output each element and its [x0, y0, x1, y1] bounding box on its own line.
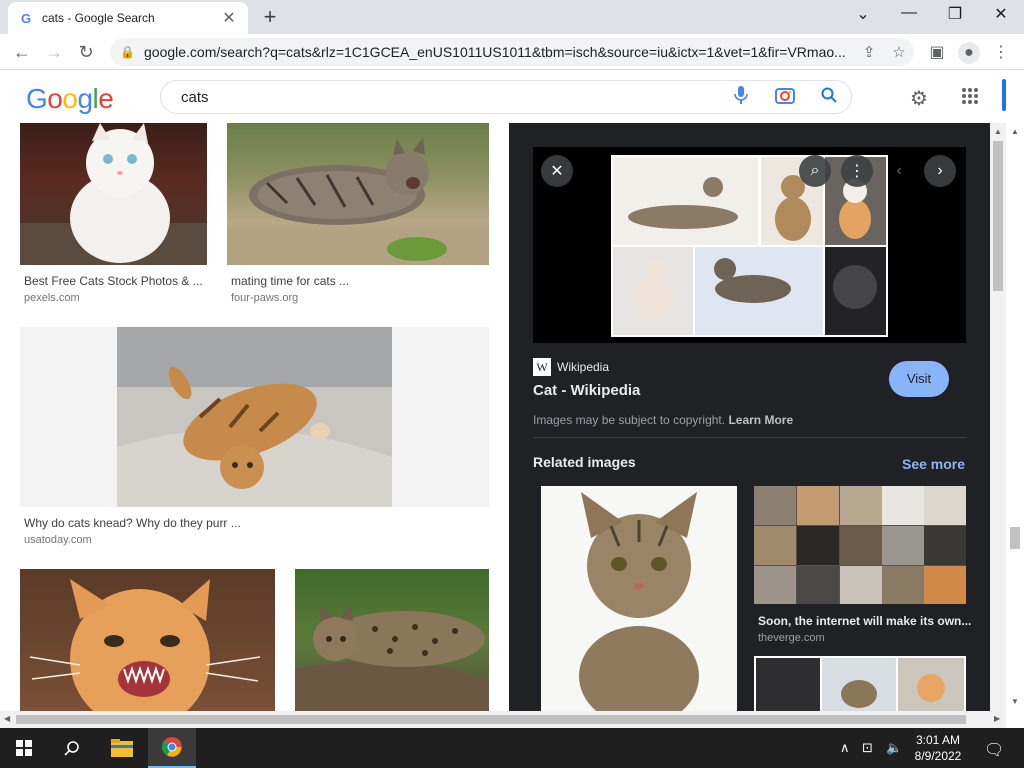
windows-taskbar: ∧ ⊡ 🔈 3:01 AM 8/9/2022 🗨 — [0, 728, 1024, 768]
result-image[interactable] — [295, 569, 489, 711]
related-images-heading: Related images — [533, 454, 636, 470]
bookmark-star-icon[interactable]: ☆ — [884, 43, 914, 61]
clock-time: 3:01 AM — [915, 733, 961, 747]
result-image[interactable] — [20, 569, 275, 711]
reload-button[interactable]: ↻ — [74, 40, 98, 64]
account-indicator[interactable] — [1002, 79, 1006, 111]
show-hidden-icons-icon[interactable]: ∧ — [840, 740, 850, 756]
preview-title[interactable]: Cat - Wikipedia — [533, 382, 640, 399]
google-logo[interactable]: Google — [26, 83, 114, 115]
clock-date: 8/9/2022 — [914, 749, 962, 763]
more-options-icon[interactable]: ⋮ — [841, 155, 873, 187]
side-panel-icon[interactable]: ▣ — [926, 42, 948, 64]
result-image[interactable] — [227, 123, 489, 265]
result-caption[interactable]: Why do cats knead? Why do they purr ... — [24, 516, 241, 530]
page-scroll-up-icon[interactable]: ▲ — [1011, 127, 1019, 136]
chrome-menu-icon[interactable]: ⋮ — [990, 42, 1012, 64]
search-box[interactable]: cats — [160, 80, 852, 114]
related-image[interactable] — [754, 656, 966, 711]
divider — [533, 437, 966, 438]
new-tab-button[interactable]: + — [258, 6, 282, 30]
result-source: pexels.com — [24, 292, 80, 304]
learn-more-link[interactable]: Learn More — [728, 413, 793, 427]
scroll-left-icon[interactable]: ◀ — [4, 714, 10, 723]
minimize-button[interactable]: — — [894, 4, 924, 22]
source-site-name: Wikipedia — [557, 360, 610, 374]
apps-grid-icon[interactable] — [958, 87, 982, 111]
tab-strip: G cats - Google Search ✕ + ⌄ — ❐ ✕ — [0, 0, 1024, 34]
image-results: Best Free Cats Stock Photos & ... pexels… — [0, 123, 509, 711]
restore-button[interactable]: ❐ — [940, 4, 970, 24]
page-scroll-down-icon[interactable]: ▼ — [1011, 697, 1019, 706]
next-image-icon[interactable]: › — [924, 155, 956, 187]
tab-title: cats - Google Search — [42, 11, 155, 25]
voice-search-icon[interactable] — [719, 85, 763, 109]
browser-toolbar: ← → ↻ 🔒 google.com/search?q=cats&rlz=1C1… — [0, 34, 1024, 70]
page-scrollbar[interactable]: ▲ ▼ — [1006, 123, 1024, 711]
lens-search-icon[interactable]: ⌕ — [799, 155, 831, 187]
related-image[interactable] — [541, 486, 737, 711]
preview-frame: ✕ ⌕ ⋮ ‹ › — [533, 147, 966, 343]
result-source: usatoday.com — [24, 534, 92, 546]
horizontal-scroll-thumb[interactable] — [16, 715, 966, 724]
horizontal-scrollbar[interactable]: ◀ ▶ — [0, 711, 1006, 728]
related-source: theverge.com — [758, 632, 825, 644]
network-icon[interactable]: ⊡ — [862, 740, 873, 756]
panel-scrollbar[interactable]: ▲ — [990, 123, 1006, 711]
see-more-link[interactable]: See more — [902, 456, 965, 472]
source-site[interactable]: W Wikipedia — [533, 358, 609, 376]
profile-avatar[interactable]: ● — [958, 42, 980, 64]
result-caption[interactable]: Best Free Cats Stock Photos & ... — [24, 274, 203, 288]
lens-camera-icon[interactable] — [763, 86, 807, 109]
result-image[interactable] — [20, 123, 207, 265]
scroll-up-icon[interactable]: ▲ — [994, 127, 1002, 136]
address-bar[interactable]: 🔒 google.com/search?q=cats&rlz=1C1GCEA_e… — [110, 38, 914, 66]
start-button[interactable] — [0, 728, 48, 768]
url-text: google.com/search?q=cats&rlz=1C1GCEA_enU… — [144, 44, 846, 60]
close-tab-icon[interactable]: ✕ — [220, 8, 238, 28]
search-input[interactable]: cats — [181, 89, 719, 106]
chrome-taskbar-icon[interactable] — [148, 728, 196, 768]
share-icon[interactable]: ⇪ — [854, 43, 884, 61]
panel-scroll-thumb[interactable] — [993, 141, 1003, 291]
wikipedia-logo-icon: W — [533, 358, 551, 376]
close-window-button[interactable]: ✕ — [986, 4, 1016, 24]
lock-icon: 🔒 — [120, 45, 135, 59]
result-image[interactable] — [20, 327, 489, 507]
related-caption[interactable]: Soon, the internet will make its own... — [758, 614, 971, 628]
scroll-right-icon[interactable]: ▶ — [994, 714, 1000, 723]
result-caption[interactable]: mating time for cats ... — [231, 274, 349, 288]
system-clock[interactable]: 3:01 AM 8/9/2022 — [900, 732, 976, 764]
copyright-text: Images may be subject to copyright. — [533, 413, 726, 427]
google-favicon-icon: G — [20, 10, 32, 26]
related-image[interactable] — [754, 486, 966, 604]
page-scroll-thumb[interactable] — [1010, 527, 1020, 549]
notifications-icon[interactable]: 🗨 — [984, 740, 1004, 760]
settings-gear-icon[interactable]: ⚙ — [907, 87, 931, 111]
image-preview-panel: ✕ ⌕ ⋮ ‹ › W Wikipedia Cat - Wikipedia Vi… — [509, 123, 990, 711]
tab-search-icon[interactable]: ⌄ — [848, 4, 878, 24]
copyright-notice: Images may be subject to copyright. Lear… — [533, 413, 793, 427]
forward-button[interactable]: → — [42, 40, 66, 64]
visit-button[interactable]: Visit — [889, 361, 949, 397]
browser-tab[interactable]: G cats - Google Search ✕ — [8, 2, 248, 34]
search-icon[interactable] — [807, 87, 851, 108]
close-preview-icon[interactable]: ✕ — [541, 155, 573, 187]
file-explorer-icon[interactable] — [98, 728, 146, 768]
search-icon[interactable] — [48, 728, 96, 768]
back-button[interactable]: ← — [10, 40, 34, 64]
previous-image-icon[interactable]: ‹ — [883, 155, 915, 187]
google-header: Google cats ⚙ — [0, 71, 1024, 123]
result-source: four-paws.org — [231, 292, 299, 304]
